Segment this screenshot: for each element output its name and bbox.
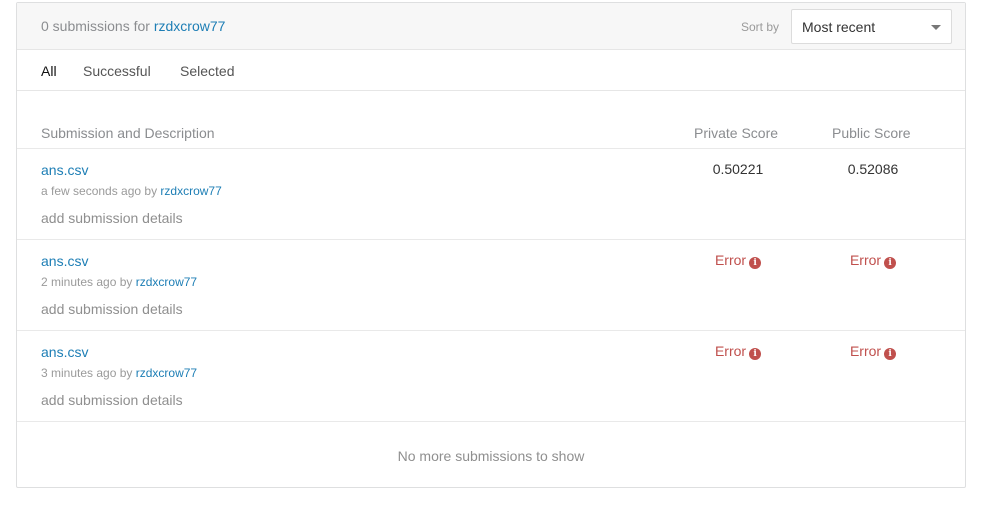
submission-user-link[interactable]: rzdxcrow77	[136, 275, 197, 289]
table-row: ans.csv 3 minutes ago by rzdxcrow77 add …	[17, 330, 965, 421]
submission-meta: 2 minutes ago by rzdxcrow77	[41, 275, 197, 289]
submission-file-link[interactable]: ans.csv	[41, 162, 88, 178]
private-score: 0.50221	[712, 161, 764, 177]
submission-file-link[interactable]: ans.csv	[41, 253, 88, 269]
info-icon[interactable]: i	[749, 348, 762, 360]
submission-user-link[interactable]: rzdxcrow77	[136, 366, 197, 380]
public-score: 0.52086	[847, 161, 899, 177]
tab-all[interactable]: All	[41, 63, 57, 79]
add-details-link[interactable]: add submission details	[41, 392, 183, 408]
info-icon[interactable]: i	[749, 257, 762, 269]
add-details-link[interactable]: add submission details	[41, 210, 183, 226]
table-row: ans.csv a few seconds ago by rzdxcrow77 …	[17, 148, 965, 239]
public-score-error-label: Error	[849, 343, 882, 359]
sort-by-label: Sort by	[741, 20, 780, 34]
list-footer: No more submissions to show	[17, 421, 965, 487]
submission-user-link[interactable]: rzdxcrow77	[160, 184, 221, 198]
submission-time: 2 minutes ago by	[41, 275, 133, 289]
submission-meta: a few seconds ago by rzdxcrow77	[41, 184, 222, 198]
no-more-submissions-text: No more submissions to show	[397, 448, 585, 464]
table-row: ans.csv 2 minutes ago by rzdxcrow77 add …	[17, 239, 965, 330]
public-score-error: Error i	[828, 252, 918, 269]
info-icon[interactable]: i	[884, 348, 897, 360]
column-header-submission: Submission and Description	[41, 125, 215, 141]
info-icon[interactable]: i	[884, 257, 897, 269]
submission-time: a few seconds ago by	[41, 184, 158, 198]
submissions-panel: 0 submissions for rzdxcrow77 Sort by Mos…	[16, 2, 966, 488]
submission-filter-tabs: All Successful Selected	[17, 51, 965, 91]
submissions-count-label: 0 submissions for	[41, 18, 150, 34]
chevron-down-icon	[931, 25, 941, 30]
add-details-link[interactable]: add submission details	[41, 301, 183, 317]
private-score-error: Error i	[693, 252, 783, 269]
sort-selected-value: Most recent	[802, 19, 876, 35]
public-score-error: Error i	[828, 343, 918, 360]
private-score-error-label: Error	[714, 343, 747, 359]
tab-successful[interactable]: Successful	[83, 63, 151, 79]
private-score-error-label: Error	[714, 252, 747, 268]
header-username-link[interactable]: rzdxcrow77	[154, 18, 226, 34]
column-header-public-score: Public Score	[832, 125, 911, 141]
submissions-header: 0 submissions for rzdxcrow77 Sort by Mos…	[17, 3, 965, 50]
private-score-error: Error i	[693, 343, 783, 360]
submission-meta: 3 minutes ago by rzdxcrow77	[41, 366, 197, 380]
public-score-error-label: Error	[849, 252, 882, 268]
submission-time: 3 minutes ago by	[41, 366, 133, 380]
sort-dropdown[interactable]: Most recent	[791, 9, 952, 44]
column-header-private-score: Private Score	[694, 125, 779, 141]
tab-selected[interactable]: Selected	[180, 63, 234, 79]
submission-file-link[interactable]: ans.csv	[41, 344, 88, 360]
submissions-count-title: 0 submissions for rzdxcrow77	[41, 18, 225, 34]
